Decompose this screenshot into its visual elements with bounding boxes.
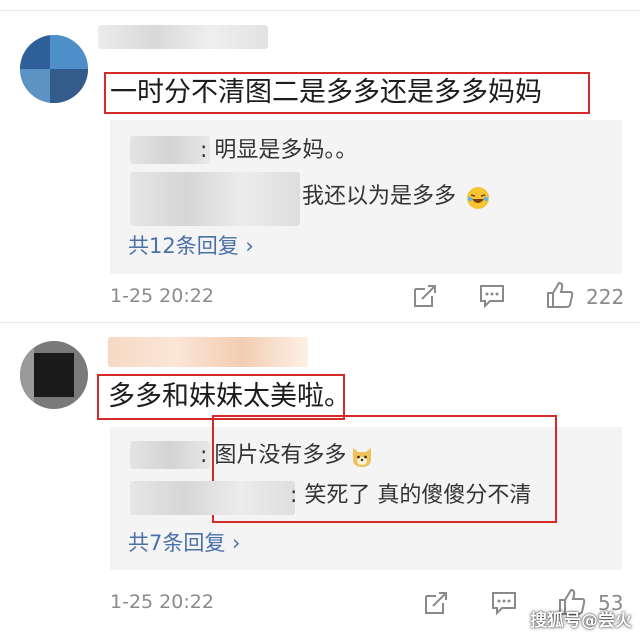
reply-username-blurred[interactable] <box>130 172 300 226</box>
reply-username-blurred[interactable] <box>130 136 210 164</box>
share-icon[interactable] <box>412 283 438 309</box>
comment-item: 一时分不清图二是多多还是多多妈妈 : 明显是多妈。。 我还以为是多多 共12条回… <box>0 11 640 321</box>
replies-box[interactable]: : 图片没有多多 : 笑死了 真的傻傻分不清 共7条回复 › <box>110 415 622 570</box>
username-blurred[interactable] <box>108 337 308 367</box>
like-icon[interactable] <box>545 281 575 309</box>
like-count: 222 <box>586 285 625 309</box>
avatar[interactable] <box>20 341 88 409</box>
share-icon[interactable] <box>423 590 449 616</box>
watermark: 搜狐号@尝火 <box>530 611 632 631</box>
laughing-emoji-icon <box>467 187 489 209</box>
comment-icon[interactable] <box>478 283 506 309</box>
comment-icon[interactable] <box>490 590 518 616</box>
avatar-image <box>20 341 88 409</box>
avatar[interactable] <box>20 35 88 103</box>
comment-item: 多多和妹妹太美啦。 : 图片没有多多 : 笑死了 真的傻傻分不清 共7条回复 ›… <box>0 323 640 636</box>
reply-username-blurred[interactable] <box>130 481 295 515</box>
reply-username-blurred[interactable] <box>130 441 210 469</box>
avatar-image <box>20 35 88 103</box>
username-blurred[interactable] <box>98 25 268 49</box>
comment-timestamp: 1-25 20:22 <box>110 285 214 307</box>
view-more-replies-link[interactable]: 共12条回复 › <box>128 230 254 260</box>
reply-text: 我还以为是多多 <box>302 184 457 209</box>
comment-text: 一时分不清图二是多多还是多多妈妈 <box>110 77 542 108</box>
comment-timestamp: 1-25 20:22 <box>110 591 214 613</box>
reply-text: : 笑死了 真的傻傻分不清 <box>290 483 532 508</box>
replies-box[interactable]: : 明显是多妈。。 我还以为是多多 共12条回复 › <box>110 120 622 274</box>
reply-text: : 明显是多妈。。 <box>200 138 358 163</box>
comment-text: 多多和妹妹太美啦。 <box>108 381 351 412</box>
view-more-replies-link[interactable]: 共7条回复 › <box>128 527 240 557</box>
